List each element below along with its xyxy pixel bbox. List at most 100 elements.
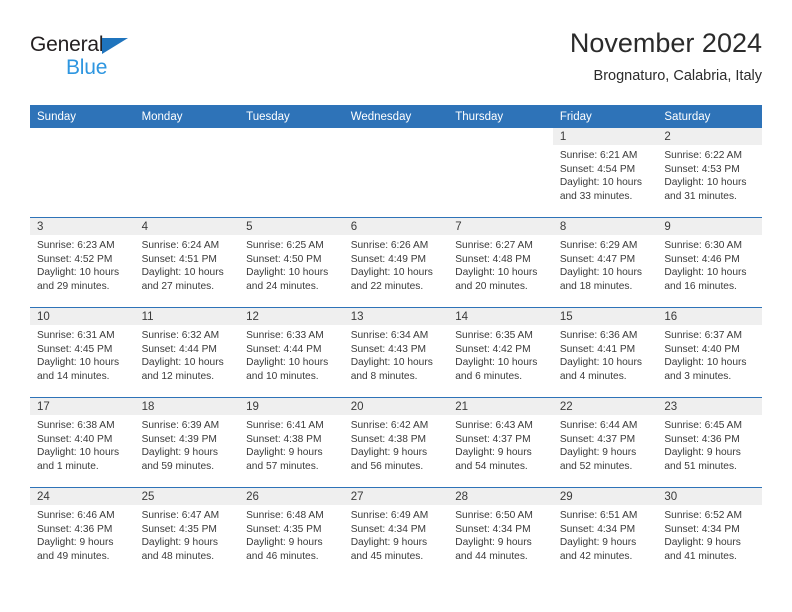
calendar-day-cell[interactable]: 20 Sunrise: 6:42 AM Sunset: 4:38 PM Dayligh… xyxy=(343,398,449,487)
calendar-cell: 29 Sunrise: 6:51 AM Sunset: 4:34 PM Dayligh… xyxy=(552,487,658,577)
sunrise-text: Sunrise: 6:39 AM xyxy=(141,420,220,431)
sunset-text: Sunset: 4:46 PM xyxy=(664,253,740,265)
calendar-day-cell[interactable]: 8 Sunrise: 6:29 AM Sunset: 4:47 PM Daylight… xyxy=(552,218,658,307)
calendar-day-cell[interactable]: 4 Sunrise: 6:24 AM Sunset: 4:51 PM Daylight… xyxy=(134,218,240,307)
daylight-text-line2: and 42 minutes. xyxy=(559,550,633,562)
sunset-text: Sunset: 4:53 PM xyxy=(664,163,740,175)
calendar-cell: 1 Sunrise: 6:21 AM Sunset: 4:54 PM Daylight… xyxy=(552,128,658,218)
calendar-week-row: 3 Sunrise: 6:23 AM Sunset: 4:52 PM Daylight… xyxy=(30,217,762,308)
calendar-day-cell[interactable]: 15 Sunrise: 6:36 AM Sunset: 4:41 PM Dayligh… xyxy=(552,308,658,397)
calendar-day-cell[interactable]: 6 Sunrise: 6:26 AM Sunset: 4:49 PM Daylight… xyxy=(343,218,449,307)
day-number: 23 xyxy=(657,398,762,415)
calendar-day-cell[interactable]: 18 Sunrise: 6:39 AM Sunset: 4:39 PM Dayligh… xyxy=(134,398,240,487)
calendar-day-cell[interactable]: 13 Sunrise: 6:34 AM Sunset: 4:43 PM Dayligh… xyxy=(343,308,449,397)
calendar-day-cell[interactable]: 9 Sunrise: 6:30 AM Sunset: 4:46 PM Daylight… xyxy=(657,218,762,307)
calendar-cell xyxy=(344,128,449,218)
calendar-header-row: Sunday Monday Tuesday Wednesday Thursday… xyxy=(30,105,762,128)
day-details: Sunrise: 6:22 AM Sunset: 4:53 PM Daylight:… xyxy=(657,145,762,203)
sunrise-text: Sunrise: 6:31 AM xyxy=(37,330,115,341)
calendar-day-cell[interactable]: 16 Sunrise: 6:37 AM Sunset: 4:40 PM Dayligh… xyxy=(657,308,762,397)
daylight-text-line1: Daylight: 9 hours xyxy=(246,537,323,549)
calendar-week-row: 24 Sunrise: 6:46 AM Sunset: 4:36 PM Dayligh… xyxy=(30,487,762,577)
sunrise-text: Sunrise: 6:45 AM xyxy=(664,420,742,431)
calendar-day-cell[interactable]: 24 Sunrise: 6:46 AM Sunset: 4:36 PM Dayligh… xyxy=(30,488,135,577)
calendar-cell: 8 Sunrise: 6:29 AM Sunset: 4:47 PM Daylight… xyxy=(552,217,658,308)
weekday-header-monday: Monday xyxy=(134,105,240,128)
sunset-text: Sunset: 4:37 PM xyxy=(559,433,636,445)
calendar-day-cell[interactable]: 29 Sunrise: 6:51 AM Sunset: 4:34 PM Dayligh… xyxy=(552,488,658,577)
calendar-day-cell[interactable]: 11 Sunrise: 6:32 AM Sunset: 4:44 PM Dayligh… xyxy=(134,308,240,397)
daylight-text-line2: and 41 minutes. xyxy=(664,550,737,562)
sunrise-text: Sunrise: 6:34 AM xyxy=(350,330,429,341)
sunrise-text: Sunrise: 6:48 AM xyxy=(246,510,324,521)
daylight-text-line1: Daylight: 10 hours xyxy=(664,357,747,369)
daylight-text-line1: Daylight: 9 hours xyxy=(141,447,219,459)
calendar-day-cell[interactable]: 27 Sunrise: 6:49 AM Sunset: 4:34 PM Dayligh… xyxy=(343,488,449,577)
calendar-day-cell[interactable]: 26 Sunrise: 6:48 AM Sunset: 4:35 PM Dayligh… xyxy=(239,488,344,577)
calendar-cell: 25 Sunrise: 6:47 AM Sunset: 4:35 PM Dayligh… xyxy=(134,487,240,577)
calendar-day-cell[interactable]: 12 Sunrise: 6:33 AM Sunset: 4:44 PM Dayligh… xyxy=(239,308,344,397)
weekday-header-saturday: Saturday xyxy=(657,105,762,128)
sunrise-text: Sunrise: 6:33 AM xyxy=(246,330,324,341)
day-details: Sunrise: 6:45 AM Sunset: 4:36 PM Daylight:… xyxy=(657,415,762,473)
calendar-day-cell[interactable]: 10 Sunrise: 6:31 AM Sunset: 4:45 PM Dayligh… xyxy=(30,308,135,397)
daylight-text-line2: and 46 minutes. xyxy=(246,550,319,562)
daylight-text-line1: Daylight: 9 hours xyxy=(664,447,741,459)
calendar-day-cell[interactable]: 30 Sunrise: 6:52 AM Sunset: 4:34 PM Dayligh… xyxy=(657,488,762,577)
generalblue-logo[interactable]: General Blue xyxy=(30,34,150,86)
weekday-header-friday: Friday xyxy=(552,105,658,128)
calendar-day-cell[interactable]: 1 Sunrise: 6:21 AM Sunset: 4:54 PM Daylight… xyxy=(552,128,658,217)
calendar-cell: 27 Sunrise: 6:49 AM Sunset: 4:34 PM Dayligh… xyxy=(343,487,449,577)
calendar-cell: 26 Sunrise: 6:48 AM Sunset: 4:35 PM Dayligh… xyxy=(239,487,344,577)
daylight-text-line1: Daylight: 10 hours xyxy=(246,267,329,279)
sunset-text: Sunset: 4:44 PM xyxy=(246,343,322,355)
day-number: 24 xyxy=(30,488,135,505)
day-number: 19 xyxy=(239,398,344,415)
calendar-day-cell[interactable]: 28 Sunrise: 6:50 AM Sunset: 4:34 PM Dayligh… xyxy=(448,488,553,577)
sunset-text: Sunset: 4:38 PM xyxy=(350,433,427,445)
day-number: 15 xyxy=(552,308,658,325)
sunset-text: Sunset: 4:54 PM xyxy=(559,163,636,175)
calendar-day-cell[interactable]: 19 Sunrise: 6:41 AM Sunset: 4:38 PM Dayligh… xyxy=(239,398,344,487)
daylight-text-line2: and 20 minutes. xyxy=(455,280,528,292)
day-number: 21 xyxy=(448,398,553,415)
sunrise-text: Sunrise: 6:36 AM xyxy=(559,330,638,341)
daylight-text-line2: and 14 minutes. xyxy=(37,370,110,382)
sunset-text: Sunset: 4:36 PM xyxy=(664,433,740,445)
calendar-day-cell[interactable]: 5 Sunrise: 6:25 AM Sunset: 4:50 PM Daylight… xyxy=(239,218,344,307)
calendar-day-cell[interactable]: 23 Sunrise: 6:45 AM Sunset: 4:36 PM Dayligh… xyxy=(657,398,762,487)
sunset-text: Sunset: 4:37 PM xyxy=(455,433,531,445)
calendar-day-cell[interactable]: 22 Sunrise: 6:44 AM Sunset: 4:37 PM Dayligh… xyxy=(552,398,658,487)
weekday-header-wednesday: Wednesday xyxy=(343,105,449,128)
calendar-day-cell[interactable]: 3 Sunrise: 6:23 AM Sunset: 4:52 PM Daylight… xyxy=(30,218,135,307)
sunset-text: Sunset: 4:34 PM xyxy=(455,523,531,535)
calendar-day-cell[interactable]: 14 Sunrise: 6:35 AM Sunset: 4:42 PM Dayligh… xyxy=(448,308,553,397)
sunrise-text: Sunrise: 6:35 AM xyxy=(455,330,533,341)
daylight-text-line2: and 33 minutes. xyxy=(559,190,633,202)
sunset-text: Sunset: 4:47 PM xyxy=(559,253,636,265)
sunrise-text: Sunrise: 6:44 AM xyxy=(559,420,638,431)
day-details: Sunrise: 6:21 AM Sunset: 4:54 PM Daylight:… xyxy=(553,145,658,203)
day-number: 8 xyxy=(552,218,658,235)
calendar-day-cell[interactable]: 7 Sunrise: 6:27 AM Sunset: 4:48 PM Daylight… xyxy=(448,218,553,307)
calendar-day-empty xyxy=(239,128,344,217)
daylight-text-line2: and 45 minutes. xyxy=(350,550,424,562)
calendar-day-cell[interactable]: 21 Sunrise: 6:43 AM Sunset: 4:37 PM Dayligh… xyxy=(448,398,553,487)
sunrise-text: Sunrise: 6:50 AM xyxy=(455,510,533,521)
calendar-day-cell[interactable]: 17 Sunrise: 6:38 AM Sunset: 4:40 PM Dayligh… xyxy=(30,398,135,487)
daylight-text-line1: Daylight: 10 hours xyxy=(350,267,433,279)
calendar-cell: 21 Sunrise: 6:43 AM Sunset: 4:37 PM Dayligh… xyxy=(448,397,553,488)
calendar-day-cell[interactable]: 25 Sunrise: 6:47 AM Sunset: 4:35 PM Dayligh… xyxy=(134,488,240,577)
day-number: 17 xyxy=(30,398,135,415)
calendar-cell: 17 Sunrise: 6:38 AM Sunset: 4:40 PM Dayligh… xyxy=(30,397,135,488)
daylight-text-line2: and 1 minute. xyxy=(37,460,99,472)
day-details: Sunrise: 6:35 AM Sunset: 4:42 PM Daylight:… xyxy=(448,325,553,383)
sunset-text: Sunset: 4:42 PM xyxy=(455,343,531,355)
day-number: 22 xyxy=(552,398,658,415)
daylight-text-line2: and 8 minutes. xyxy=(350,370,418,382)
calendar-day-cell[interactable]: 2 Sunrise: 6:22 AM Sunset: 4:53 PM Daylight… xyxy=(657,128,762,217)
daylight-text-line2: and 29 minutes. xyxy=(37,280,110,292)
day-details: Sunrise: 6:50 AM Sunset: 4:34 PM Daylight:… xyxy=(448,505,553,563)
daylight-text-line2: and 3 minutes. xyxy=(664,370,732,382)
sunrise-text: Sunrise: 6:47 AM xyxy=(141,510,220,521)
